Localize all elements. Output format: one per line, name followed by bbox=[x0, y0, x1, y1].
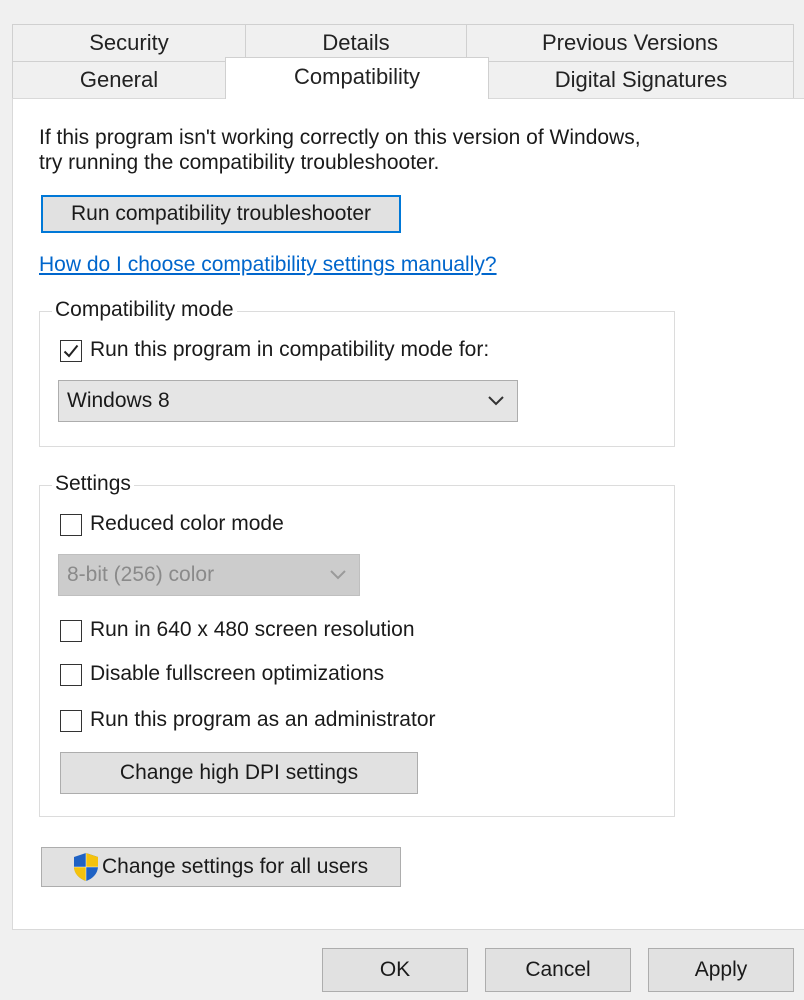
color-depth-select: 8-bit (256) color bbox=[58, 554, 360, 596]
color-depth-selected: 8-bit (256) color bbox=[67, 563, 215, 586]
compat-mode-group: Compatibility mode Run this program in c… bbox=[39, 298, 675, 447]
compat-mode-checkbox-label: Run this program in compatibility mode f… bbox=[90, 338, 490, 361]
manual-settings-link[interactable]: How do I choose compatibility settings m… bbox=[39, 253, 497, 277]
compatibility-panel: If this program isn't working correctly … bbox=[12, 98, 804, 930]
intro-text: If this program isn't working correctly … bbox=[39, 125, 641, 175]
run-as-admin-label: Run this program as an administrator bbox=[90, 708, 436, 731]
intro-line-2: try running the compatibility troublesho… bbox=[39, 151, 440, 174]
compat-os-selected: Windows 8 bbox=[67, 389, 170, 412]
compat-mode-checkbox[interactable] bbox=[60, 340, 82, 362]
settings-group: Settings Reduced color mode 8-bit (256) … bbox=[39, 472, 675, 817]
tab-digital-signatures[interactable]: Digital Signatures bbox=[488, 61, 794, 99]
checkmark-icon bbox=[63, 344, 79, 358]
run-as-admin-checkbox[interactable] bbox=[60, 710, 82, 732]
uac-shield-icon bbox=[74, 853, 98, 881]
tab-security[interactable]: Security bbox=[12, 24, 246, 62]
apply-button[interactable]: Apply bbox=[648, 948, 794, 992]
tab-previous-versions[interactable]: Previous Versions bbox=[466, 24, 794, 62]
change-dpi-button[interactable]: Change high DPI settings bbox=[60, 752, 418, 794]
res-640-checkbox[interactable] bbox=[60, 620, 82, 642]
cancel-button[interactable]: Cancel bbox=[485, 948, 631, 992]
res-640-label: Run in 640 x 480 screen resolution bbox=[90, 618, 415, 641]
fullscreen-opt-label: Disable fullscreen optimizations bbox=[90, 662, 385, 685]
settings-legend: Settings bbox=[52, 472, 134, 496]
tab-general[interactable]: General bbox=[12, 61, 226, 99]
ok-button[interactable]: OK bbox=[322, 948, 468, 992]
compat-mode-legend: Compatibility mode bbox=[52, 298, 237, 322]
compat-os-select[interactable]: Windows 8 bbox=[58, 380, 518, 422]
chevron-down-icon bbox=[488, 396, 504, 406]
tab-compatibility[interactable]: Compatibility bbox=[225, 57, 489, 99]
reduced-color-checkbox[interactable] bbox=[60, 514, 82, 536]
chevron-down-icon bbox=[330, 570, 346, 580]
reduced-color-label: Reduced color mode bbox=[90, 512, 284, 535]
change-all-users-label: Change settings for all users bbox=[102, 855, 369, 878]
run-troubleshooter-button[interactable]: Run compatibility troubleshooter bbox=[41, 195, 401, 233]
change-all-users-button[interactable]: Change settings for all users bbox=[41, 847, 401, 887]
fullscreen-opt-checkbox[interactable] bbox=[60, 664, 82, 686]
intro-line-1: If this program isn't working correctly … bbox=[39, 126, 641, 149]
